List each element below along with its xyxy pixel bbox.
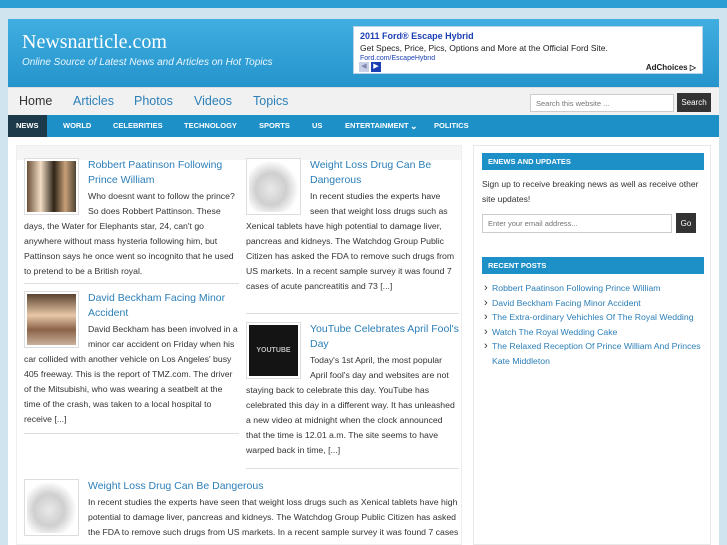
post-card: David Beckham Facing Minor Accident Davi… [24, 291, 239, 427]
page-wrapper: Newsnarticle.com Online Source of Latest… [8, 19, 719, 545]
search-button[interactable]: Search [677, 93, 711, 112]
post-divider [246, 313, 459, 314]
post-thumbnail[interactable] [24, 479, 79, 536]
site-header: Newsnarticle.com Online Source of Latest… [8, 19, 719, 87]
post-thumbnail[interactable] [246, 158, 301, 215]
cat-us[interactable]: US [312, 115, 322, 137]
recent-post-link[interactable]: Robbert Paatinson Following Prince Willi… [482, 281, 704, 296]
ad-title[interactable]: 2011 Ford® Escape Hybrid [360, 31, 474, 41]
post-card: Weight Loss Drug Can Be Dangerous In rec… [24, 479, 459, 544]
cat-celebrities[interactable]: CELEBRITIES [113, 115, 163, 137]
post-excerpt: In recent studies the experts have seen … [24, 497, 459, 544]
post-thumbnail[interactable] [24, 158, 79, 215]
chevron-down-icon[interactable]: ⌄ [410, 115, 418, 137]
cat-news[interactable]: NEWS [8, 115, 47, 137]
post-divider [246, 468, 459, 469]
ad-url[interactable]: Ford.com/EscapeHybrid [360, 55, 435, 62]
nav-topics[interactable]: Topics [253, 94, 288, 108]
recent-posts-title: RECENT POSTS [482, 257, 704, 274]
top-strip [0, 0, 727, 8]
post-card: Robbert Paatinson Following Prince Willi… [24, 158, 239, 279]
nav-articles[interactable]: Articles [73, 94, 114, 108]
ad-nav: ◀ ▶ [359, 62, 381, 72]
enews-title: ENEWS AND UPDATES [482, 153, 704, 170]
nav-videos[interactable]: Videos [194, 94, 232, 108]
ad-text[interactable]: Get Specs, Price, Pics, Options and More… [360, 43, 608, 53]
search-input[interactable] [530, 94, 674, 112]
cat-world[interactable]: WORLD [63, 115, 91, 137]
ad-prev-icon[interactable]: ◀ [359, 62, 369, 72]
recent-post-link[interactable]: The Relaxed Reception Of Prince William … [482, 339, 704, 368]
recent-post-link[interactable]: David Beckham Facing Minor Accident [482, 296, 704, 311]
post-thumbnail[interactable]: YOUTUBE [246, 322, 301, 379]
category-nav: NEWS WORLD CELEBRITIES TECHNOLOGY SPORTS… [8, 115, 719, 137]
nav-photos[interactable]: Photos [134, 94, 173, 108]
cat-sports[interactable]: SPORTS [259, 115, 290, 137]
recent-posts-list: Robbert Paatinson Following Prince Willi… [482, 281, 704, 369]
ad-choices-link[interactable]: AdChoices ▷ [646, 63, 696, 72]
cat-politics[interactable]: POLITICS [434, 115, 469, 137]
post-title[interactable]: Weight Loss Drug Can Be Dangerous [24, 479, 459, 494]
ad-banner[interactable]: 2011 Ford® Escape Hybrid Get Specs, Pric… [353, 26, 703, 74]
post-card: Weight Loss Drug Can Be Dangerous In rec… [246, 158, 459, 294]
nav-home[interactable]: Home [19, 94, 52, 108]
recent-post-link[interactable]: The Extra-ordinary Vehichles Of The Roya… [482, 310, 704, 325]
site-tagline: Online Source of Latest News and Article… [22, 57, 273, 68]
youtube-thumbnail-text: YOUTUBE [249, 325, 298, 376]
sidebar: ENEWS AND UPDATES Sign up to receive bre… [473, 145, 711, 545]
content-area: Robbert Paatinson Following Prince Willi… [16, 145, 462, 545]
enews-text: Sign up to receive breaking news as well… [482, 179, 699, 204]
cat-technology[interactable]: TECHNOLOGY [184, 115, 237, 137]
post-divider [24, 433, 239, 434]
cat-entertainment[interactable]: ENTERTAINMENT [345, 115, 409, 137]
go-button[interactable]: Go [676, 213, 696, 233]
site-logo[interactable]: Newsnarticle.com [22, 31, 167, 54]
recent-post-link[interactable]: Watch The Royal Wedding Cake [482, 325, 704, 340]
recent-posts-widget: RECENT POSTS Robbert Paatinson Following… [482, 257, 704, 369]
email-field[interactable] [482, 214, 672, 233]
enews-widget: ENEWS AND UPDATES Sign up to receive bre… [482, 153, 704, 238]
post-divider [24, 283, 239, 284]
post-thumbnail[interactable] [24, 291, 79, 348]
post-card: YOUTUBE YouTube Celebrates April Fool's … [246, 322, 459, 458]
ad-next-icon[interactable]: ▶ [371, 62, 381, 72]
main-nav: Home Articles Photos Videos Topics Searc… [8, 87, 719, 115]
